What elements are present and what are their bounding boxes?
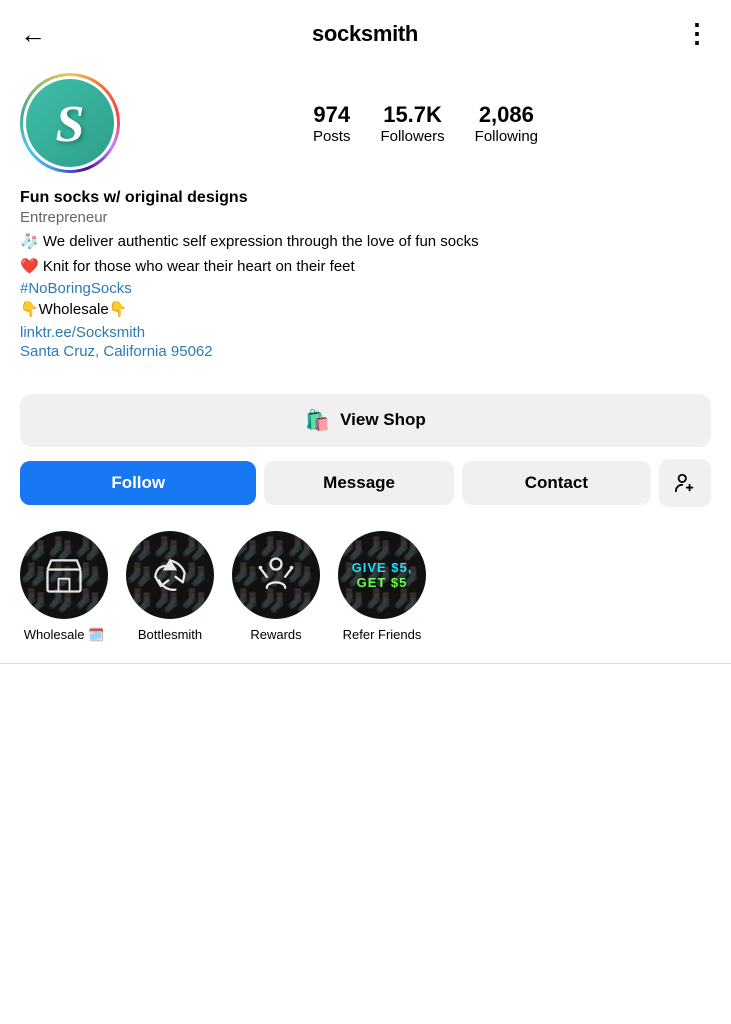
stat-posts[interactable]: 974 Posts [313,102,351,145]
section-divider [0,663,731,664]
shop-icon: 🛍️ [305,408,330,433]
highlight-refer-friends[interactable]: 🧦🧦🧦🧦🧦🧦🧦🧦🧦 GIVE $5, GET $5 Refer Friends [338,531,426,643]
contact-button[interactable]: Contact [462,461,651,505]
highlight-label-bottlesmith: Bottlesmith [138,627,202,642]
bio-section: Fun socks w/ original designs Entreprene… [20,189,711,360]
avatar: S [23,76,117,170]
profile-username: socksmith [312,21,418,47]
posts-count: 974 [313,102,350,128]
highlights-section: 🧦🧦🧦🧦🧦🧦🧦🧦🧦 Wholesale 🗓️ 🧦🧦🧦🧦🧦🧦🧦🧦🧦 [0,527,731,663]
view-shop-button[interactable]: 🛍️ View Shop [20,394,711,447]
stats-row: 974 Posts 15.7K Followers 2,086 Followin… [140,102,711,145]
following-count: 2,086 [479,102,534,128]
more-options-button[interactable]: ⋮ [684,18,711,49]
bio-category: Entrepreneur [20,209,711,226]
profile-top: S 974 Posts 15.7K Followers 2,086 Follow… [20,73,711,173]
following-label: Following [475,128,538,145]
bio-location: Santa Cruz, California 95062 [20,343,711,360]
add-friend-icon [674,472,696,494]
highlight-circle-refer: 🧦🧦🧦🧦🧦🧦🧦🧦🧦 GIVE $5, GET $5 [338,531,426,619]
highlight-bottlesmith[interactable]: 🧦🧦🧦🧦🧦🧦🧦🧦🧦 Bottlesmith [126,531,214,643]
follow-button[interactable]: Follow [20,461,256,505]
bio-hashtag[interactable]: #NoBoringSocks [20,280,711,297]
highlight-circle-bottlesmith: 🧦🧦🧦🧦🧦🧦🧦🧦🧦 [126,531,214,619]
highlight-circle-wholesale: 🧦🧦🧦🧦🧦🧦🧦🧦🧦 [20,531,108,619]
highlight-circle-rewards: 🧦🧦🧦🧦🧦🧦🧦🧦🧦 [232,531,320,619]
store-icon [42,553,86,597]
highlight-label-wholesale: Wholesale 🗓️ [24,627,105,643]
pattern-bg: 🧦🧦🧦🧦🧦🧦🧦🧦🧦 [338,531,426,619]
message-button[interactable]: Message [264,461,453,505]
bio-line1: 🧦 We deliver authentic self expression t… [20,231,711,254]
recycle-icon [148,553,192,597]
avatar-letter: S [56,99,85,151]
header: ← socksmith ⋮ [0,0,731,63]
bio-link[interactable]: linktr.ee/Socksmith [20,324,711,341]
view-shop-label: View Shop [340,410,426,430]
followers-label: Followers [380,128,444,145]
stat-following[interactable]: 2,086 Following [475,102,538,145]
posts-label: Posts [313,128,351,145]
followers-count: 15.7K [383,102,442,128]
highlight-rewards[interactable]: 🧦🧦🧦🧦🧦🧦🧦🧦🧦 Rewards [232,531,320,643]
highlight-label-rewards: Rewards [250,627,301,642]
back-button[interactable]: ← [20,21,46,47]
bio-wholesale: 👇Wholesale👇 [20,299,711,322]
rewards-person-icon [254,553,298,597]
stat-followers[interactable]: 15.7K Followers [380,102,444,145]
avatar-story-ring[interactable]: S [20,73,120,173]
display-name: Fun socks w/ original designs [20,189,711,207]
bio-line2: ❤️ Knit for those who wear their heart o… [20,256,711,279]
highlight-wholesale[interactable]: 🧦🧦🧦🧦🧦🧦🧦🧦🧦 Wholesale 🗓️ [20,531,108,643]
profile-section: S 974 Posts 15.7K Followers 2,086 Follow… [0,63,731,380]
add-friend-button[interactable] [659,459,711,507]
highlight-label-refer: Refer Friends [343,627,422,642]
action-buttons-row: Follow Message Contact [0,459,731,507]
